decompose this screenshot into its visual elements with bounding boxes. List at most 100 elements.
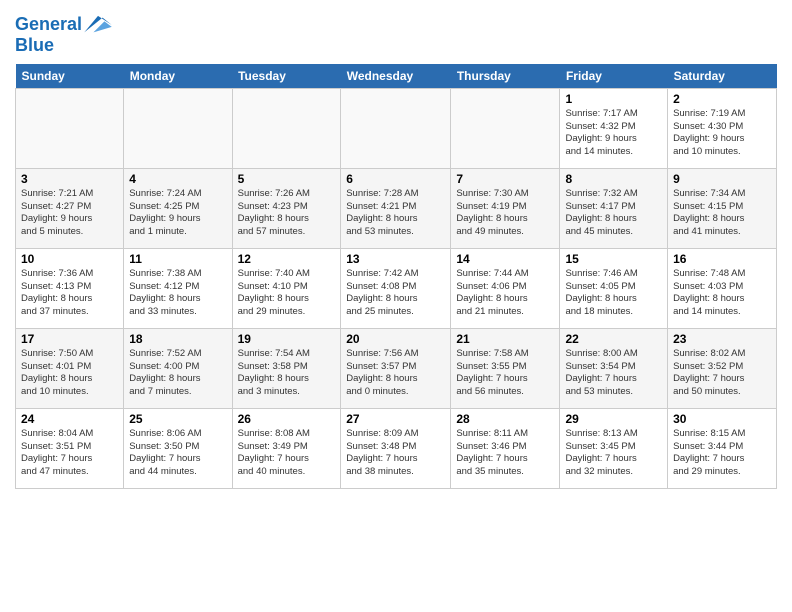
day-info: Sunrise: 7:21 AM Sunset: 4:27 PM Dayligh… [21,188,118,239]
day-cell: 12 Sunrise: 7:40 AM Sunset: 4:10 PM Dayli… [232,248,341,328]
day-number: 29 [565,412,662,426]
day-info: Sunrise: 7:58 AM Sunset: 3:55 PM Dayligh… [456,348,554,399]
day-number: 10 [21,252,118,266]
day-info: Sunrise: 7:32 AM Sunset: 4:17 PM Dayligh… [565,188,662,239]
day-cell: 22Sunrise: 8:00 AM Sunset: 3:54 PM Dayli… [560,328,668,408]
day-info: Sunrise: 7:26 AM Sunset: 4:23 PM Dayligh… [238,188,336,239]
day-number: 30 [673,412,771,426]
day-cell [451,88,560,168]
header-row: SundayMondayTuesdayWednesdayThursdayFrid… [16,64,777,89]
day-info: Sunrise: 7:54 AM Sunset: 3:58 PM Dayligh… [238,348,336,399]
day-number: 28 [456,412,554,426]
day-number: 23 [673,332,771,346]
day-cell: 7 Sunrise: 7:30 AM Sunset: 4:19 PM Daylig… [451,168,560,248]
day-number: 3 [21,172,118,186]
day-cell: 16 Sunrise: 7:48 AM Sunset: 4:03 PM Dayli… [668,248,777,328]
header-cell-saturday: Saturday [668,64,777,89]
day-info: Sunrise: 8:13 AM Sunset: 3:45 PM Dayligh… [565,428,662,479]
day-number: 20 [346,332,445,346]
day-cell: 9 Sunrise: 7:34 AM Sunset: 4:15 PM Daylig… [668,168,777,248]
day-number: 21 [456,332,554,346]
day-cell: 17 Sunrise: 7:50 AM Sunset: 4:01 PM Dayli… [16,328,124,408]
day-cell: 18 Sunrise: 7:52 AM Sunset: 4:00 PM Dayli… [124,328,232,408]
day-info: Sunrise: 7:30 AM Sunset: 4:19 PM Dayligh… [456,188,554,239]
day-number: 25 [129,412,226,426]
day-number: 4 [129,172,226,186]
header-cell-sunday: Sunday [16,64,124,89]
day-cell: 1 Sunrise: 7:17 AM Sunset: 4:32 PM Daylig… [560,88,668,168]
logo-text: General [15,15,82,35]
day-cell: 15Sunrise: 7:46 AM Sunset: 4:05 PM Dayli… [560,248,668,328]
day-number: 9 [673,172,771,186]
day-number: 7 [456,172,554,186]
day-number: 17 [21,332,118,346]
day-cell: 8 Sunrise: 7:32 AM Sunset: 4:17 PM Daylig… [560,168,668,248]
day-cell: 6Sunrise: 7:28 AM Sunset: 4:21 PM Daylig… [341,168,451,248]
day-cell: 10 Sunrise: 7:36 AM Sunset: 4:13 PM Dayli… [16,248,124,328]
day-info: Sunrise: 8:09 AM Sunset: 3:48 PM Dayligh… [346,428,445,479]
day-info: Sunrise: 7:48 AM Sunset: 4:03 PM Dayligh… [673,268,771,319]
day-cell: 27Sunrise: 8:09 AM Sunset: 3:48 PM Dayli… [341,408,451,488]
day-cell [341,88,451,168]
calendar-table: SundayMondayTuesdayWednesdayThursdayFrid… [15,64,777,489]
header-cell-tuesday: Tuesday [232,64,341,89]
header-cell-friday: Friday [560,64,668,89]
header-cell-wednesday: Wednesday [341,64,451,89]
day-info: Sunrise: 8:08 AM Sunset: 3:49 PM Dayligh… [238,428,336,479]
day-cell: 29 Sunrise: 8:13 AM Sunset: 3:45 PM Dayli… [560,408,668,488]
day-info: Sunrise: 7:36 AM Sunset: 4:13 PM Dayligh… [21,268,118,319]
day-cell: 3 Sunrise: 7:21 AM Sunset: 4:27 PM Daylig… [16,168,124,248]
day-cell [232,88,341,168]
day-info: Sunrise: 7:34 AM Sunset: 4:15 PM Dayligh… [673,188,771,239]
day-number: 18 [129,332,226,346]
day-cell: 23 Sunrise: 8:02 AM Sunset: 3:52 PM Dayli… [668,328,777,408]
day-cell: 24 Sunrise: 8:04 AM Sunset: 3:51 PM Dayli… [16,408,124,488]
day-info: Sunrise: 8:04 AM Sunset: 3:51 PM Dayligh… [21,428,118,479]
day-info: Sunrise: 8:11 AM Sunset: 3:46 PM Dayligh… [456,428,554,479]
day-number: 13 [346,252,445,266]
day-number: 5 [238,172,336,186]
day-info: Sunrise: 8:02 AM Sunset: 3:52 PM Dayligh… [673,348,771,399]
day-number: 15 [565,252,662,266]
day-number: 1 [565,92,662,106]
day-cell: 14 Sunrise: 7:44 AM Sunset: 4:06 PM Dayli… [451,248,560,328]
day-cell: 19Sunrise: 7:54 AM Sunset: 3:58 PM Dayli… [232,328,341,408]
day-number: 22 [565,332,662,346]
day-number: 11 [129,252,226,266]
day-number: 24 [21,412,118,426]
day-info: Sunrise: 7:40 AM Sunset: 4:10 PM Dayligh… [238,268,336,319]
day-cell: 28 Sunrise: 8:11 AM Sunset: 3:46 PM Dayli… [451,408,560,488]
day-cell [124,88,232,168]
day-info: Sunrise: 7:56 AM Sunset: 3:57 PM Dayligh… [346,348,445,399]
day-info: Sunrise: 7:52 AM Sunset: 4:00 PM Dayligh… [129,348,226,399]
day-cell: 4Sunrise: 7:24 AM Sunset: 4:25 PM Daylig… [124,168,232,248]
week-row-5: 24 Sunrise: 8:04 AM Sunset: 3:51 PM Dayli… [16,408,777,488]
day-cell: 20 Sunrise: 7:56 AM Sunset: 3:57 PM Dayli… [341,328,451,408]
day-cell: 30 Sunrise: 8:15 AM Sunset: 3:44 PM Dayli… [668,408,777,488]
day-info: Sunrise: 7:50 AM Sunset: 4:01 PM Dayligh… [21,348,118,399]
day-number: 26 [238,412,336,426]
logo: General Blue [15,14,112,56]
main-container: General Blue SundayMondayTuesdayWednesda… [0,0,792,499]
day-info: Sunrise: 8:06 AM Sunset: 3:50 PM Dayligh… [129,428,226,479]
day-number: 14 [456,252,554,266]
week-row-4: 17 Sunrise: 7:50 AM Sunset: 4:01 PM Dayli… [16,328,777,408]
header-cell-monday: Monday [124,64,232,89]
logo-icon [84,14,112,36]
day-number: 16 [673,252,771,266]
day-cell: 13Sunrise: 7:42 AM Sunset: 4:08 PM Dayli… [341,248,451,328]
day-info: Sunrise: 8:15 AM Sunset: 3:44 PM Dayligh… [673,428,771,479]
day-cell: 2Sunrise: 7:19 AM Sunset: 4:30 PM Daylig… [668,88,777,168]
day-number: 6 [346,172,445,186]
day-info: Sunrise: 7:38 AM Sunset: 4:12 PM Dayligh… [129,268,226,319]
day-number: 12 [238,252,336,266]
day-number: 8 [565,172,662,186]
day-info: Sunrise: 7:17 AM Sunset: 4:32 PM Dayligh… [565,108,662,159]
week-row-1: 1 Sunrise: 7:17 AM Sunset: 4:32 PM Daylig… [16,88,777,168]
logo-text-blue: Blue [15,36,112,56]
day-info: Sunrise: 7:44 AM Sunset: 4:06 PM Dayligh… [456,268,554,319]
day-cell: 26 Sunrise: 8:08 AM Sunset: 3:49 PM Dayli… [232,408,341,488]
day-cell [16,88,124,168]
day-cell: 21 Sunrise: 7:58 AM Sunset: 3:55 PM Dayli… [451,328,560,408]
week-row-3: 10 Sunrise: 7:36 AM Sunset: 4:13 PM Dayli… [16,248,777,328]
